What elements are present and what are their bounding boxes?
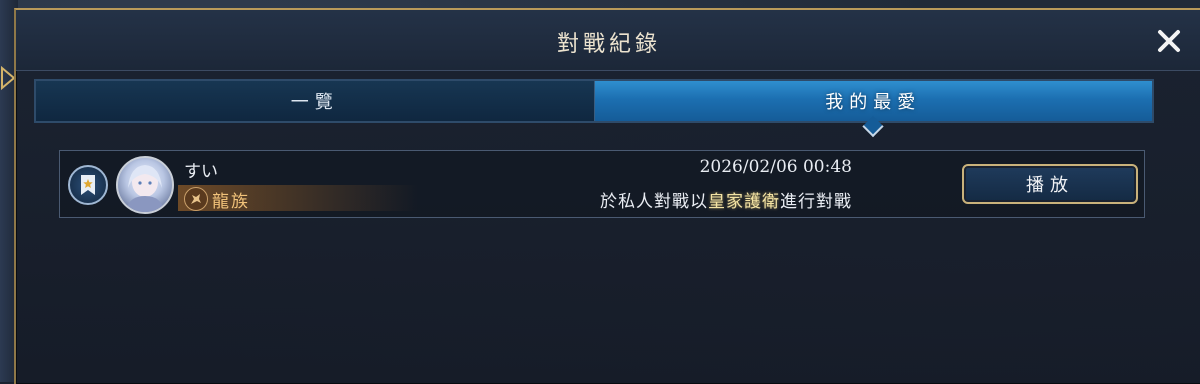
tab-favorites-label: 我的最愛 (825, 92, 922, 113)
tab-list[interactable]: 一覽 (36, 81, 595, 121)
list-item: すい 龍族 2026/02/06 00:48 於私人對戰以皇家護衛進行對戰 播放 (59, 150, 1145, 218)
star-bookmark-icon (81, 175, 95, 195)
favorite-button[interactable] (68, 165, 108, 205)
dragon-icon (184, 187, 208, 211)
tab-favorites[interactable]: 我的最愛 (594, 81, 1152, 138)
dragon-glyph (191, 194, 201, 204)
avatar-portrait (126, 165, 164, 212)
description-prefix: 於私人對戰以 (600, 192, 708, 212)
dialog-title: 對戰紀錄 (556, 32, 661, 57)
dialog-header: 對戰紀錄 (16, 10, 1200, 71)
play-button[interactable]: 播放 (962, 164, 1138, 204)
record-description: 於私人對戰以皇家護衛進行對戰 (600, 187, 852, 212)
player-name: すい (184, 162, 218, 182)
record-tabs: 一覽 我的最愛 (34, 79, 1154, 138)
close-button[interactable] (1154, 26, 1184, 56)
close-icon (1158, 30, 1180, 52)
record-datetime: 2026/02/06 00:48 (699, 157, 852, 177)
avatar (116, 156, 174, 214)
deck-name-highlight: 皇家護衛 (708, 192, 780, 212)
class-name: 龍族 (212, 192, 250, 212)
description-suffix: 進行對戰 (780, 192, 852, 212)
